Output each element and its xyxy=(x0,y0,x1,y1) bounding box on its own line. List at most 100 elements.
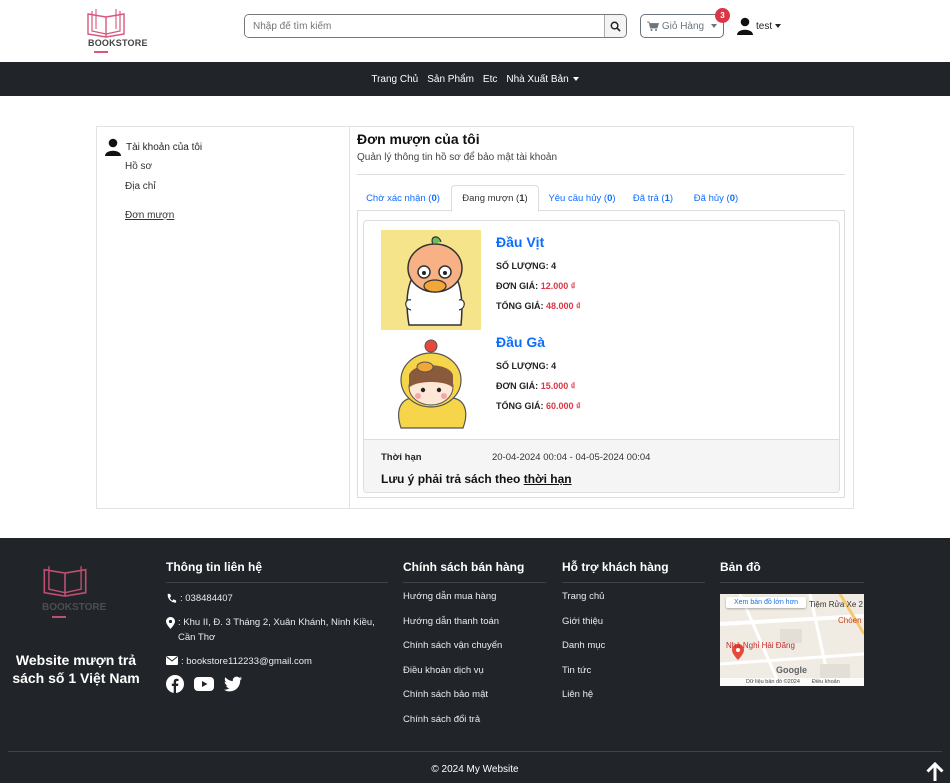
product-price: ĐƠN GIÁ: 15.000 ₫ xyxy=(496,381,575,391)
nav-publisher-label: Nhà Xuất Bản xyxy=(506,73,569,85)
sidebar-item-orders[interactable]: Đơn mượn xyxy=(125,210,174,221)
chevron-down-icon xyxy=(775,24,782,28)
location-pin-icon xyxy=(166,617,175,629)
divider xyxy=(562,582,705,583)
footer-logo: BOOKSTORE xyxy=(40,562,120,622)
footer-link[interactable]: Danh mục xyxy=(562,640,705,652)
nav-home[interactable]: Trang Chủ xyxy=(371,74,418,85)
cart-dropdown-button[interactable]: Giỏ Hàng xyxy=(640,14,724,38)
contact-address: : Khu II, Đ. 3 Tháng 2, Xuân Khánh, Ninh… xyxy=(166,615,388,645)
youtube-icon[interactable] xyxy=(194,675,214,693)
account-label: Tài khoản của tôi xyxy=(126,141,203,153)
user-name: test xyxy=(756,20,773,32)
orders-main: Đơn mượn của tôi Quản lý thông tin hồ sơ… xyxy=(357,127,847,508)
footer-link[interactable]: Hướng dẫn mua hàng xyxy=(403,591,546,603)
tab-count: 0 xyxy=(607,192,613,204)
address-text: : Khu II, Đ. 3 Tháng 2, Xuân Khánh, Ninh… xyxy=(178,617,375,643)
total-label: TỔNG GIÁ: xyxy=(496,401,544,411)
tab-borrowing[interactable]: Đang mượn (1) xyxy=(451,185,539,212)
footer-link[interactable]: Liên hệ xyxy=(562,689,705,701)
deadline-note: Lưu ý phải trả sách theo thời hạn xyxy=(381,472,572,486)
footer-support-title: Hỗ trợ khách hàng xyxy=(562,560,669,574)
map-google-logo: Google xyxy=(776,665,807,675)
user-icon xyxy=(105,138,121,156)
deadline-link[interactable]: thời hạn xyxy=(524,472,572,486)
footer-link[interactable]: Giới thiệu xyxy=(562,616,705,628)
map-label: Chóen xyxy=(838,616,862,625)
nav-products[interactable]: Sản Phẩm xyxy=(427,74,474,85)
footer-link[interactable]: Chính sách bảo mật xyxy=(403,689,546,701)
twitter-icon[interactable] xyxy=(224,675,242,693)
tab-count: 1 xyxy=(519,193,525,204)
map-attribution-data: Dữ liệu bản đồ ©2024 xyxy=(746,679,800,685)
search-icon xyxy=(610,21,621,32)
cart-icon xyxy=(646,21,659,31)
footer-policy: Chính sách bán hàng Hướng dẫn mua hàng H… xyxy=(403,552,546,738)
map-larger-link[interactable]: Xem bản đồ lớn hơn xyxy=(726,597,807,608)
arrow-up-icon[interactable] xyxy=(925,762,945,782)
qty-label: SỐ LƯỢNG: xyxy=(496,361,549,371)
map-embed[interactable]: Xem bản đồ lớn hơn Tiệm Rửa Xe 2 Chóen N… xyxy=(720,594,864,686)
order-item: Đầu Vịt SỐ LƯỢNG: 4 ĐƠN GIÁ: 12.000 ₫ TỔ… xyxy=(381,230,801,330)
sidebar-item-address[interactable]: Địa chỉ xyxy=(125,181,156,192)
search-input[interactable] xyxy=(245,15,604,37)
user-icon xyxy=(737,17,753,35)
product-price: ĐƠN GIÁ: 12.000 ₫ xyxy=(496,281,575,291)
tab-count: 1 xyxy=(664,192,670,204)
footer-map-col: Bản đồ xyxy=(720,552,864,591)
envelope-icon xyxy=(166,656,178,665)
tab-cancel-request[interactable]: Yêu cầu hủy (0) xyxy=(541,185,623,211)
product-image-duck[interactable] xyxy=(381,230,481,330)
total-value: 48.000 ₫ xyxy=(546,301,581,311)
footer-tagline: Website mượn trả sách số 1 Việt Nam xyxy=(12,652,140,686)
footer-link[interactable]: Trang chủ xyxy=(562,591,705,603)
price-label: ĐƠN GIÁ: xyxy=(496,281,539,291)
bookstore-logo[interactable]: BOOKSTORE xyxy=(86,8,152,53)
book-logo-icon xyxy=(43,566,87,597)
main-nav: Trang Chủ Sản Phẩm Etc Nhà Xuất Bản xyxy=(0,62,950,96)
map-attribution: Dữ liệu bản đồ ©2024 Điều khoản xyxy=(720,678,864,686)
order-tabs: Chờ xác nhận (0) Đang mượn (1) Yêu cầu h… xyxy=(357,185,845,212)
account-panel: Tài khoản của tôi Hồ sơ Địa chỉ Đơn mượn… xyxy=(96,126,854,509)
tab-count: 0 xyxy=(729,192,736,204)
product-name[interactable]: Đầu Vịt xyxy=(496,234,544,250)
copyright: © 2024 My Website xyxy=(431,764,519,775)
footer-link[interactable]: Chính sách vận chuyển xyxy=(403,640,546,652)
nav-publisher-dropdown[interactable]: Nhà Xuất Bản xyxy=(506,73,579,85)
map-label: Tiệm Rửa Xe 2 xyxy=(809,600,863,609)
facebook-icon[interactable] xyxy=(166,675,184,693)
tab-cancelled[interactable]: Đã hủy (0) xyxy=(689,185,743,211)
footer-contact: Thông tin liên hệ : 038484407 : Khu II, … xyxy=(166,552,388,693)
tab-returned[interactable]: Đã trả (1) xyxy=(627,185,679,211)
product-total: TỔNG GIÁ: 48.000 ₫ xyxy=(496,301,581,311)
logo-underline xyxy=(94,51,108,53)
map-terms-link[interactable]: Điều khoản xyxy=(812,679,840,685)
account-heading[interactable]: Tài khoản của tôi xyxy=(105,138,202,156)
site-footer: BOOKSTORE Website mượn trả sách số 1 Việ… xyxy=(0,538,950,783)
price-value: 12.000 ₫ xyxy=(540,281,576,291)
map-label: Nhà Nghỉ Hải Đăng xyxy=(726,641,795,650)
footer-link[interactable]: Điều khoản dịch vụ xyxy=(403,665,546,677)
divider xyxy=(403,582,546,583)
search-button[interactable] xyxy=(604,15,626,37)
page-subtitle: Quản lý thông tin hồ sơ để bảo mật tài k… xyxy=(357,152,558,163)
contact-email: : bookstore112233@gmail.com xyxy=(166,654,388,669)
footer-map-title: Bản đồ xyxy=(720,560,761,574)
cart-count-badge: 3 xyxy=(715,8,730,23)
tab-content: Đầu Vịt SỐ LƯỢNG: 4 ĐƠN GIÁ: 12.000 ₫ TỔ… xyxy=(357,211,845,498)
footer-link[interactable]: Tin tức xyxy=(562,665,705,677)
footer-link[interactable]: Chính sách đổi trả xyxy=(403,714,546,726)
footer-link[interactable]: Hướng dẫn thanh toán xyxy=(403,616,546,628)
cart-label: Giỏ Hàng xyxy=(661,20,705,32)
total-label: TỔNG GIÁ: xyxy=(496,301,544,311)
product-qty: SỐ LƯỢNG: 4 xyxy=(496,261,556,271)
product-image-chick[interactable] xyxy=(381,330,481,430)
nav-etc[interactable]: Etc xyxy=(483,74,497,85)
user-menu[interactable]: test xyxy=(737,17,782,35)
chevron-down-icon xyxy=(572,76,579,81)
top-bar: BOOKSTORE Giỏ Hàng 3 test xyxy=(0,0,950,62)
page-title: Đơn mượn của tôi xyxy=(357,131,480,147)
sidebar-item-profile[interactable]: Hồ sơ xyxy=(125,161,152,172)
product-name[interactable]: Đầu Gà xyxy=(496,334,545,350)
tab-pending[interactable]: Chờ xác nhận (0) xyxy=(357,185,449,211)
